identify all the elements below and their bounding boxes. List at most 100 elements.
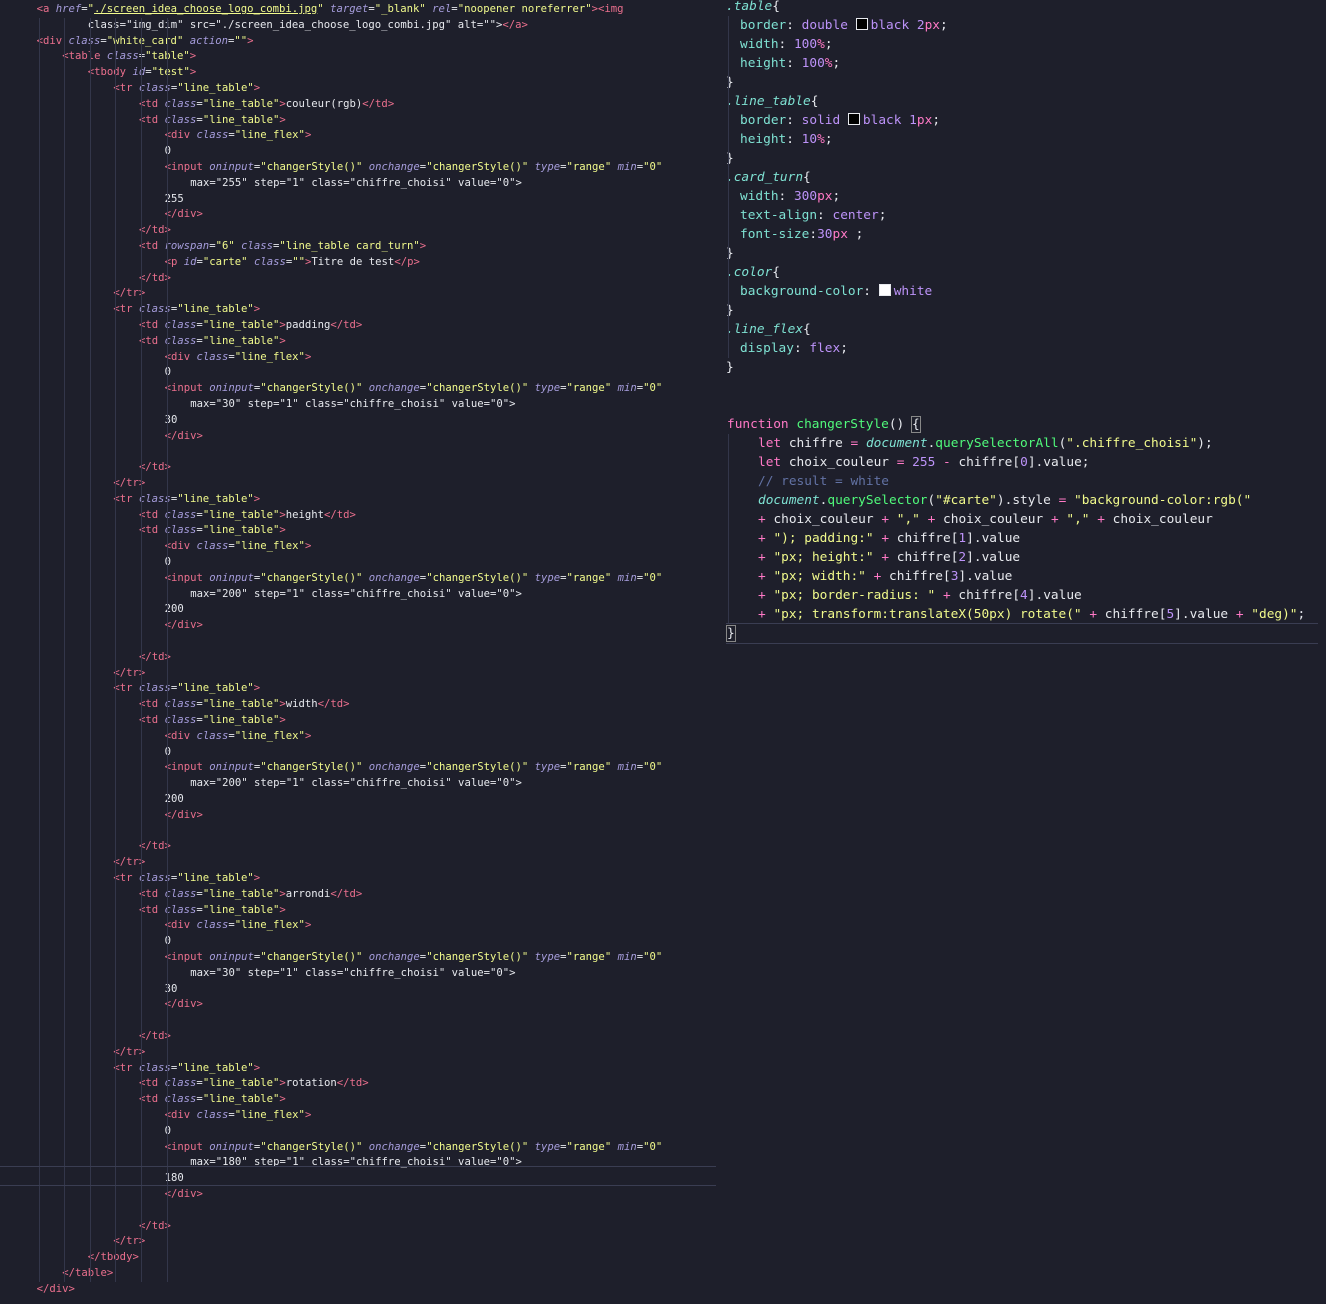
html-code-line[interactable]: </div> bbox=[0, 618, 718, 634]
html-code-line[interactable] bbox=[0, 1203, 718, 1219]
html-code-line[interactable]: <tbody id="test"> bbox=[0, 65, 718, 81]
css-code-line[interactable]: } bbox=[720, 301, 1326, 320]
html-code-line[interactable]: <input oninput="changerStyle()" onchange… bbox=[0, 571, 718, 587]
html-code-line[interactable]: <td class="line_table"> bbox=[0, 1092, 718, 1108]
html-code-line[interactable]: <td class="line_table">arrondi</td> bbox=[0, 887, 718, 903]
html-code-line[interactable]: <div class="line_flex"> bbox=[0, 350, 718, 366]
html-code-line[interactable]: <tr class="line_table"> bbox=[0, 871, 718, 887]
html-code-line[interactable]: 30 bbox=[0, 982, 718, 998]
html-editor-pane[interactable]: <a href="./screen_idea_choose_logo_combi… bbox=[0, 0, 718, 1304]
html-code-line[interactable]: <td class="line_table"> bbox=[0, 713, 718, 729]
html-code-line[interactable]: <div class="line_flex"> bbox=[0, 128, 718, 144]
html-code-line[interactable]: max="200" step="1" class="chiffre_choisi… bbox=[0, 776, 718, 792]
html-code-line[interactable]: </td> bbox=[0, 223, 718, 239]
css-code-line[interactable]: } bbox=[720, 149, 1326, 168]
html-code-line[interactable]: </td> bbox=[0, 460, 718, 476]
html-code-line[interactable]: </td> bbox=[0, 650, 718, 666]
html-code-line[interactable]: </td> bbox=[0, 1029, 718, 1045]
color-swatch-icon[interactable] bbox=[878, 284, 891, 296]
html-code-line[interactable]: <div class="line_flex"> bbox=[0, 1108, 718, 1124]
html-code-line[interactable]: class="img_dim" src="./screen_idea_choos… bbox=[0, 18, 718, 34]
html-code-line[interactable]: </tr> bbox=[0, 1045, 718, 1061]
html-code-line[interactable]: <tr class="line_table"> bbox=[0, 302, 718, 318]
html-code-line[interactable]: <td class="line_table">height</td> bbox=[0, 508, 718, 524]
html-code-line[interactable]: 200 bbox=[0, 792, 718, 808]
html-code-line[interactable]: <a href="./screen_idea_choose_logo_combi… bbox=[0, 2, 718, 18]
html-code-line[interactable]: <td class="line_table"> bbox=[0, 903, 718, 919]
html-code-line[interactable]: 0 bbox=[0, 934, 718, 950]
css-code-line[interactable]: border: solid black 1px; bbox=[720, 111, 1326, 130]
js-code-line[interactable]: // result = white bbox=[720, 472, 1326, 491]
html-code-line[interactable]: 0 bbox=[0, 365, 718, 381]
html-code-line[interactable]: <tr class="line_table"> bbox=[0, 681, 718, 697]
js-code-line[interactable]: + "); padding:" + chiffre[1].value bbox=[720, 529, 1326, 548]
html-code-line[interactable]: <div class="white_card" action=""> bbox=[0, 34, 718, 50]
css-code-line[interactable]: height: 10%; bbox=[720, 130, 1326, 149]
html-code-line[interactable] bbox=[0, 824, 718, 840]
html-code-line[interactable]: </table> bbox=[0, 1266, 718, 1282]
html-code-line[interactable]: <td class="line_table"> bbox=[0, 113, 718, 129]
css-code-line[interactable]: display: flex; bbox=[720, 339, 1326, 358]
html-code-line[interactable]: </tbody> bbox=[0, 1250, 718, 1266]
html-code-line[interactable]: </td> bbox=[0, 839, 718, 855]
css-code-line[interactable]: width: 300px; bbox=[720, 187, 1326, 206]
html-code-line[interactable]: <input oninput="changerStyle()" onchange… bbox=[0, 950, 718, 966]
css-code-line[interactable]: height: 100%; bbox=[720, 54, 1326, 73]
js-code-line[interactable]: + choix_couleur + "," + choix_couleur + … bbox=[720, 510, 1326, 529]
html-code-line[interactable]: </tr> bbox=[0, 476, 718, 492]
css-code-line[interactable]: .card_turn{ bbox=[720, 168, 1326, 187]
html-code-line[interactable]: <tr class="line_table"> bbox=[0, 1061, 718, 1077]
html-code-line[interactable]: </div> bbox=[0, 1187, 718, 1203]
html-code-line[interactable]: <td class="line_table">padding</td> bbox=[0, 318, 718, 334]
html-code-line[interactable]: </div> bbox=[0, 207, 718, 223]
html-code-line[interactable]: <input oninput="changerStyle()" onchange… bbox=[0, 1140, 718, 1156]
html-code-line[interactable]: 255 bbox=[0, 192, 718, 208]
css-code-line[interactable]: background-color: white bbox=[720, 282, 1326, 301]
html-code-line[interactable]: <td class="line_table">rotation</td> bbox=[0, 1076, 718, 1092]
html-code-line[interactable]: <td rowspan="6" class="line_table card_t… bbox=[0, 239, 718, 255]
html-code-line[interactable]: max="255" step="1" class="chiffre_choisi… bbox=[0, 176, 718, 192]
html-code-line[interactable]: </tr> bbox=[0, 1234, 718, 1250]
js-code-line[interactable]: } bbox=[720, 624, 1326, 643]
html-code-line[interactable]: <div class="line_flex"> bbox=[0, 729, 718, 745]
css-code-line[interactable]: .table{ bbox=[720, 0, 1326, 16]
css-code-line[interactable]: } bbox=[720, 73, 1326, 92]
html-code-line[interactable]: </tr> bbox=[0, 855, 718, 871]
html-code-line[interactable]: <td class="line_table">width</td> bbox=[0, 697, 718, 713]
html-code-line[interactable]: </div> bbox=[0, 997, 718, 1013]
html-code-line[interactable]: <tr class="line_table"> bbox=[0, 492, 718, 508]
css-code-line[interactable]: width: 100%; bbox=[720, 35, 1326, 54]
html-code-line[interactable] bbox=[0, 1013, 718, 1029]
html-code-line[interactable]: 0 bbox=[0, 745, 718, 761]
css-code-line[interactable]: .color{ bbox=[720, 263, 1326, 282]
js-code-line[interactable]: + "px; width:" + chiffre[3].value bbox=[720, 567, 1326, 586]
html-code-line[interactable]: 0 bbox=[0, 1124, 718, 1140]
js-code-line[interactable]: + "px; transform:translateX(50px) rotate… bbox=[720, 605, 1326, 624]
css-js-editor-pane[interactable]: .table{border: double black 2px; width: 1… bbox=[720, 0, 1326, 1304]
js-code-line[interactable]: document.querySelector("#carte").style =… bbox=[720, 491, 1326, 510]
html-code-line[interactable]: </div> bbox=[0, 808, 718, 824]
html-code-line[interactable]: <td class="line_table">couleur(rgb)</td> bbox=[0, 97, 718, 113]
html-code-line[interactable]: 0 bbox=[0, 555, 718, 571]
html-code-line[interactable]: </div> bbox=[0, 1282, 718, 1298]
html-code-line[interactable]: max="180" step="1" class="chiffre_choisi… bbox=[0, 1155, 718, 1171]
html-code-line[interactable]: max="30" step="1" class="chiffre_choisi"… bbox=[0, 966, 718, 982]
html-code-line[interactable]: max="30" step="1" class="chiffre_choisi"… bbox=[0, 397, 718, 413]
color-swatch-icon[interactable] bbox=[847, 113, 860, 125]
html-code-line[interactable]: </td> bbox=[0, 271, 718, 287]
html-code-line[interactable]: 200 bbox=[0, 602, 718, 618]
css-code-line[interactable]: border: double black 2px; bbox=[720, 16, 1326, 35]
html-code-line[interactable] bbox=[0, 444, 718, 460]
html-code-line[interactable]: <p id="carte" class="">Titre de test</p> bbox=[0, 255, 718, 271]
html-code-line[interactable] bbox=[0, 634, 718, 650]
html-code-line[interactable]: 0 bbox=[0, 144, 718, 160]
html-code-line[interactable]: <input oninput="changerStyle()" onchange… bbox=[0, 760, 718, 776]
css-code-line[interactable]: text-align: center; bbox=[720, 206, 1326, 225]
js-code-line[interactable]: + "px; height:" + chiffre[2].value bbox=[720, 548, 1326, 567]
css-code-line[interactable]: } bbox=[720, 358, 1326, 377]
html-code-line[interactable]: <td class="line_table"> bbox=[0, 334, 718, 350]
html-code-line[interactable]: </td> bbox=[0, 1219, 718, 1235]
html-code-line[interactable]: <tr class="line_table"> bbox=[0, 81, 718, 97]
html-code-line[interactable]: </tr> bbox=[0, 286, 718, 302]
html-code-line[interactable]: <input oninput="changerStyle()" onchange… bbox=[0, 160, 718, 176]
